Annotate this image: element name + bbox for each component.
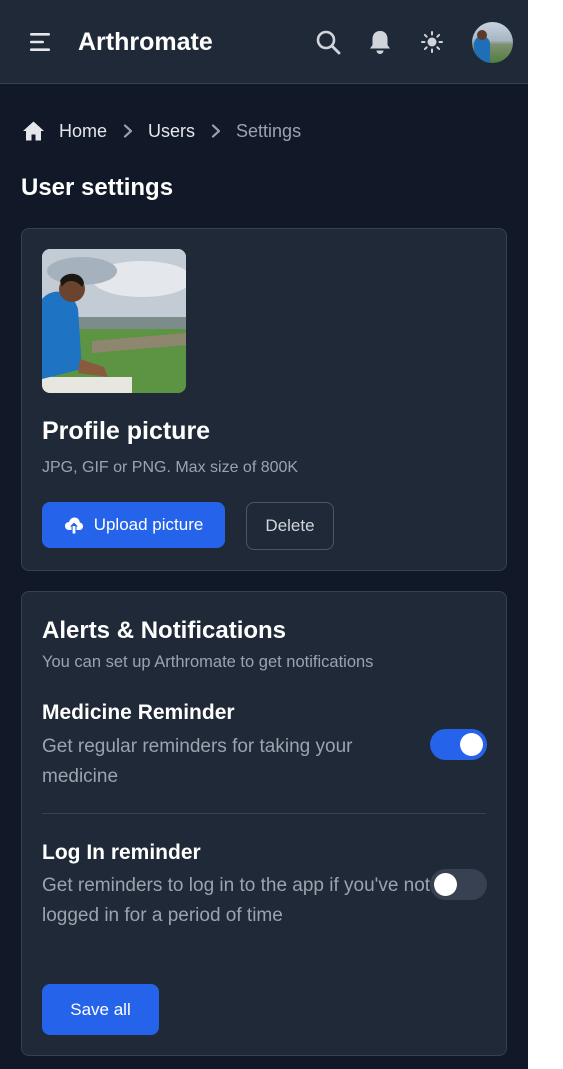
home-icon[interactable] [22, 120, 45, 142]
page-title: User settings [21, 174, 174, 201]
chevron-right-icon [211, 124, 221, 138]
search-icon[interactable] [314, 28, 342, 56]
top-navbar: Arthromate [0, 0, 528, 84]
breadcrumb-users[interactable]: Users [148, 118, 195, 144]
divider [42, 813, 486, 814]
breadcrumb-current: Settings [236, 121, 302, 141]
profile-picture-title: Profile picture [42, 417, 211, 445]
delete-picture-label: Delete [265, 516, 315, 535]
alerts-title: Alerts & Notifications [42, 617, 287, 644]
login-reminder-toggle[interactable] [430, 869, 487, 900]
login-reminder-title: Log In reminder [42, 841, 201, 864]
theme-toggle-sun-icon[interactable] [418, 28, 446, 56]
app-title[interactable]: Arthromate [78, 26, 213, 58]
breadcrumb: Home Users Settings [22, 118, 301, 144]
login-reminder-description: Get reminders to log in to the app if yo… [42, 875, 431, 926]
save-all-label: Save all [70, 999, 131, 1019]
app-window: Arthromate Home Users Settings User sett… [0, 0, 528, 1069]
user-avatar[interactable] [472, 22, 513, 63]
chevron-right-icon [123, 124, 133, 138]
medicine-reminder-description: Get regular reminders for taking your me… [42, 736, 353, 787]
medicine-reminder-toggle[interactable] [430, 729, 487, 760]
alerts-notifications-card: Alerts & Notifications You can set up Ar… [21, 591, 507, 1056]
toggle-knob [460, 733, 483, 756]
profile-photo [42, 249, 186, 393]
menu-icon[interactable] [28, 32, 54, 52]
breadcrumb-home[interactable]: Home [59, 118, 107, 144]
notification-bell-icon[interactable] [366, 28, 394, 56]
profile-picture-hint: JPG, GIF or PNG. Max size of 800K [42, 459, 299, 476]
cloud-upload-icon [64, 517, 83, 534]
upload-picture-label: Upload picture [93, 515, 204, 534]
alerts-subtitle: You can set up Arthromate to get notific… [42, 653, 374, 671]
save-all-button[interactable]: Save all [42, 984, 159, 1035]
delete-picture-button[interactable]: Delete [246, 502, 334, 550]
profile-picture-card: Profile picture JPG, GIF or PNG. Max siz… [21, 228, 507, 571]
medicine-reminder-title: Medicine Reminder [42, 701, 235, 724]
upload-picture-button[interactable]: Upload picture [42, 502, 225, 548]
toggle-knob [434, 873, 457, 896]
